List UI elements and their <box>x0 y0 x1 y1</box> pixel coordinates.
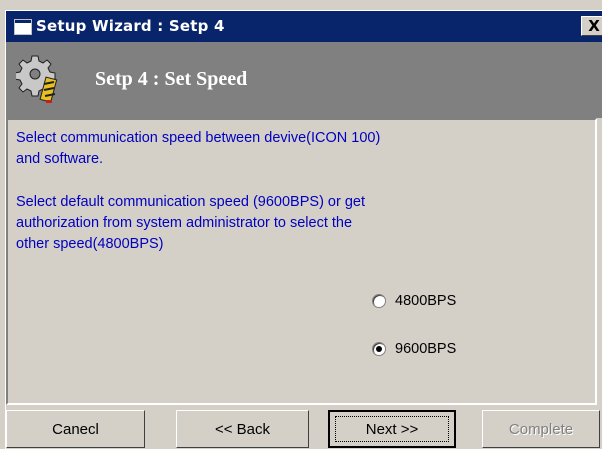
radio-9600-label[interactable]: 9600BPS <box>395 341 456 357</box>
window-title: Setup Wizard : Setp 4 <box>36 17 225 35</box>
next-button[interactable]: Next >> <box>328 410 456 448</box>
title-bar[interactable]: Setup Wizard : Setp 4 X <box>6 11 602 42</box>
step-title: Setp 4 : Set Speed <box>95 68 248 90</box>
back-button[interactable]: << Back <box>176 410 309 448</box>
content-panel: Select communication speed between deviv… <box>6 118 597 405</box>
radio-4800-label[interactable]: 4800BPS <box>395 293 456 309</box>
window-icon <box>14 19 32 35</box>
step-banner: Setp 4 : Set Speed <box>6 42 602 118</box>
close-button[interactable]: X <box>581 16 602 36</box>
radio-4800[interactable] <box>372 294 386 308</box>
gear-wrench-icon <box>16 55 58 103</box>
speed-option-4800[interactable]: 4800BPS <box>372 291 456 311</box>
complete-button[interactable]: Complete <box>482 410 600 448</box>
setup-wizard-window: Setup Wizard : Setp 4 X Setp 4 : Set Spe… <box>5 10 602 449</box>
speed-option-9600[interactable]: 9600BPS <box>372 339 456 359</box>
radio-9600[interactable] <box>372 342 386 356</box>
authorization-text: Select default communication speed (9600… <box>16 194 366 252</box>
instruction-text: Select communication speed between deviv… <box>16 130 381 167</box>
cancel-button[interactable]: Canecl <box>6 410 145 448</box>
focus-rectangle <box>335 416 449 442</box>
